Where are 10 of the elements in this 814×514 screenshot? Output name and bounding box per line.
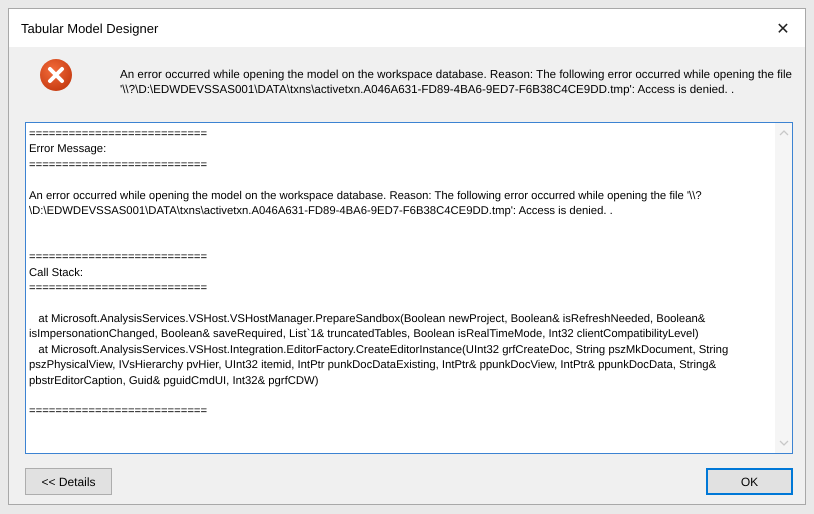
scrollbar[interactable] bbox=[775, 123, 792, 453]
details-text-box[interactable]: =========================== Error Message: =========================== An error occurred while opening the model on the workspace database. Reason: The following error occurred while opening the file '\\?\D:\EDWDEVSSAS001\DATA\txns\activetxn.A046A631-FD89-4BA6-9ED7-F6B38C4CE9DD.tmp': Access is denied. . =========================== Call Stack: =========================== at Microsoft.AnalysisServices.VSHost.VSHostManager.PrepareSandbox(Boolean newProject, Boolean& isRefreshNeeded, Boolean& isImpersonationChanged, Boolean& saveRequired, List`1& truncatedTables, Boolean isRealTimeMode, Int32 clientCompatibilityLevel) at Microsoft.AnalysisServices.VSHost.Integration.EditorFactory.CreateEditorInstance(UInt32 grfCreateDoc, String pszMkDocument, String pszPhysicalView, IVsHierarchy pvHier, UInt32 itemid, IntPtr punkDocDataExisting, IntPtr& ppunkDocView, IntPtr& ppunkDocData, String& pbstrEditorCaption, Guid& pguidCmdUI, Int32& pgrfCDW) =========================== bbox=[25, 122, 793, 454]
window-title: Tabular Model Designer bbox=[21, 20, 158, 36]
ok-button[interactable]: OK bbox=[706, 468, 793, 495]
close-button[interactable]: ✕ bbox=[761, 10, 805, 46]
error-message: An error occurred while opening the model on the workspace database. Reason: The following error occurred while opening the file '\\?\D:\EDWDEVSSAS001\DATA\txns\activetxn.A046A631-FD89-4BA6-9ED7-F6B38C4CE9DD.tmp': Access is denied. . bbox=[120, 67, 792, 97]
scroll-down-icon[interactable] bbox=[778, 439, 788, 447]
details-button[interactable]: << Details bbox=[25, 468, 112, 495]
error-icon bbox=[39, 58, 73, 92]
scroll-up-icon[interactable] bbox=[778, 129, 788, 137]
